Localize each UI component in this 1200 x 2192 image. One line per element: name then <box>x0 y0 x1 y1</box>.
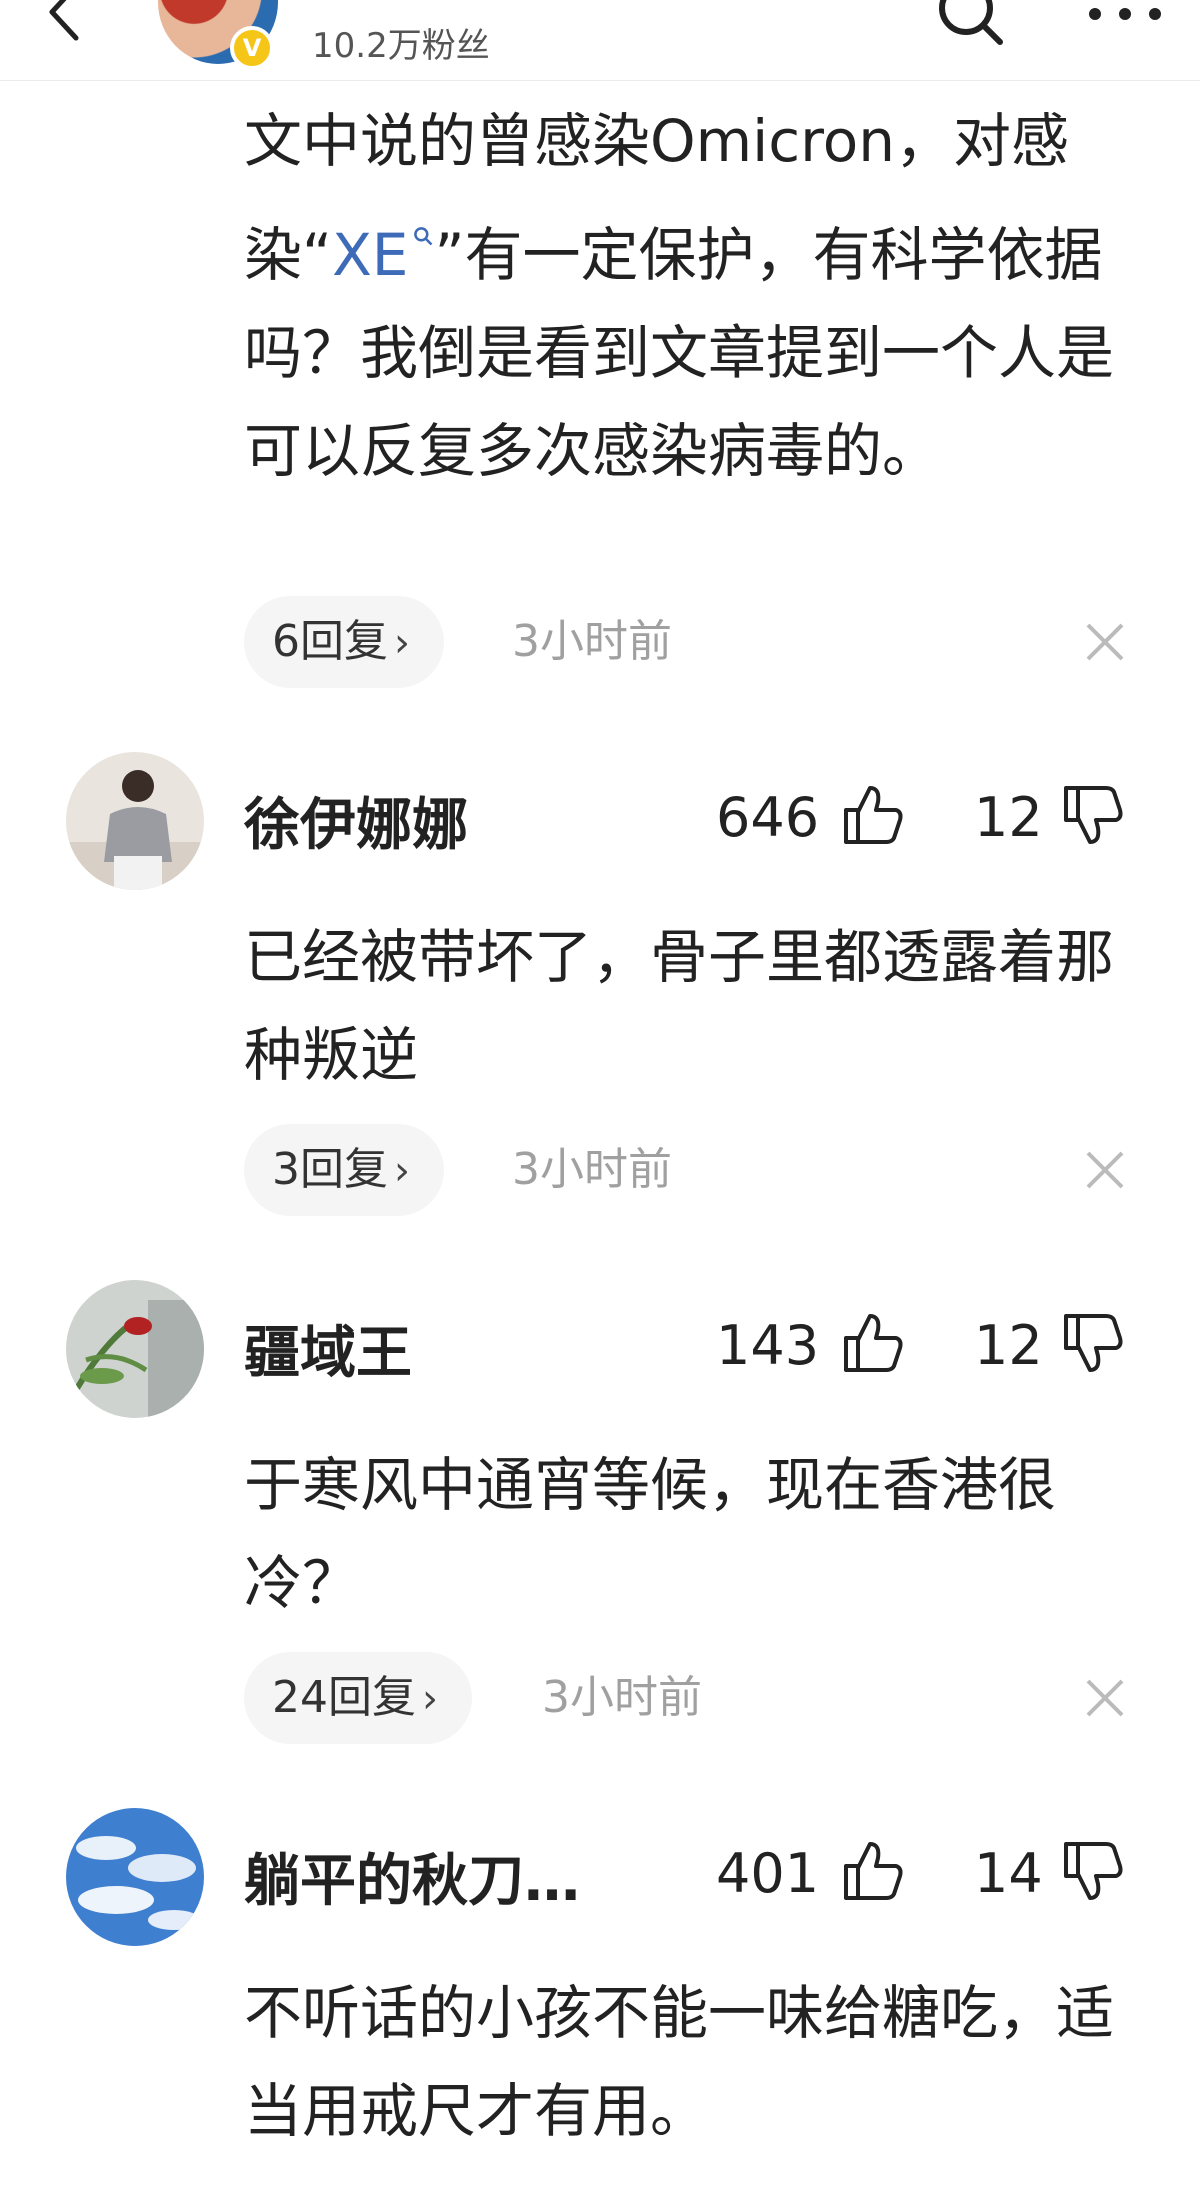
close-icon[interactable] <box>1082 619 1128 665</box>
search-icon <box>939 0 1003 45</box>
avatar[interactable] <box>66 1808 204 1946</box>
like-count: 646 <box>716 786 820 849</box>
topic-link[interactable]: XE <box>332 221 434 289</box>
header-divider <box>0 80 1200 81</box>
comment-username[interactable]: 徐伊娜娜 <box>244 780 468 861</box>
search-button[interactable] <box>930 0 1010 52</box>
comment-username[interactable]: 躺平的秋刀… <box>244 1836 580 1917</box>
chevron-right-icon: › <box>394 620 410 666</box>
thumbs-up-icon[interactable] <box>840 782 906 848</box>
replies-count: 24回复 <box>272 1672 416 1723</box>
more-button[interactable] <box>1080 0 1170 34</box>
comment-username[interactable]: 疆域王 <box>244 1308 412 1389</box>
comment-time: 3小时前 <box>512 1144 672 1195</box>
comment-text: 于寒风中通宵等候，现在香港很冷？ <box>244 1451 1057 1617</box>
close-icon[interactable] <box>1082 1147 1128 1193</box>
chevron-right-icon: › <box>394 1148 410 1194</box>
chevron-right-icon: › <box>422 1676 438 1722</box>
comment-time: 3小时前 <box>512 616 672 667</box>
replies-count: 3回复 <box>272 1144 388 1195</box>
replies-count: 6回复 <box>272 616 388 667</box>
replies-button[interactable]: 3回复 › <box>244 1124 444 1216</box>
dislike-count: 12 <box>974 1314 1043 1377</box>
back-button[interactable] <box>40 0 90 48</box>
close-icon[interactable] <box>1082 1675 1128 1721</box>
search-icon <box>412 224 434 254</box>
dislike-count: 12 <box>974 786 1043 849</box>
topic-link-label: XE <box>332 221 409 289</box>
comment-text: 不听话的小孩不能一味给糖吃，适当用戒尺才有用。 <box>244 1979 1115 2145</box>
like-count: 401 <box>716 1842 820 1905</box>
back-arrow-icon <box>49 0 79 41</box>
author-fans-count: 10.2万粉丝 <box>312 26 490 66</box>
thumbs-up-icon[interactable] <box>840 1310 906 1376</box>
replies-button[interactable]: 24回复 › <box>244 1652 472 1744</box>
thumbs-down-icon[interactable] <box>1060 1838 1126 1904</box>
thumbs-down-icon[interactable] <box>1060 1310 1126 1376</box>
replies-button[interactable]: 6回复 › <box>244 596 444 688</box>
avatar[interactable] <box>66 1280 204 1418</box>
top-bar: V 10.2万粉丝 <box>0 0 1200 80</box>
comment-text: 文中说的曾感染Omicron，对感染“XE ”有一定保护，有科学依据吗？我倒是看到… <box>244 92 1144 500</box>
comment-text: 已经被带坏了，骨子里都透露着那种叛逆 <box>244 923 1115 1089</box>
avatar[interactable] <box>66 752 204 890</box>
thumbs-up-icon[interactable] <box>840 1838 906 1904</box>
more-dots-icon <box>1089 8 1161 20</box>
dislike-count: 14 <box>974 1842 1043 1905</box>
verified-badge-icon: V <box>230 26 274 70</box>
comment-time: 3小时前 <box>542 1672 702 1723</box>
thumbs-down-icon[interactable] <box>1060 782 1126 848</box>
like-count: 143 <box>716 1314 820 1377</box>
